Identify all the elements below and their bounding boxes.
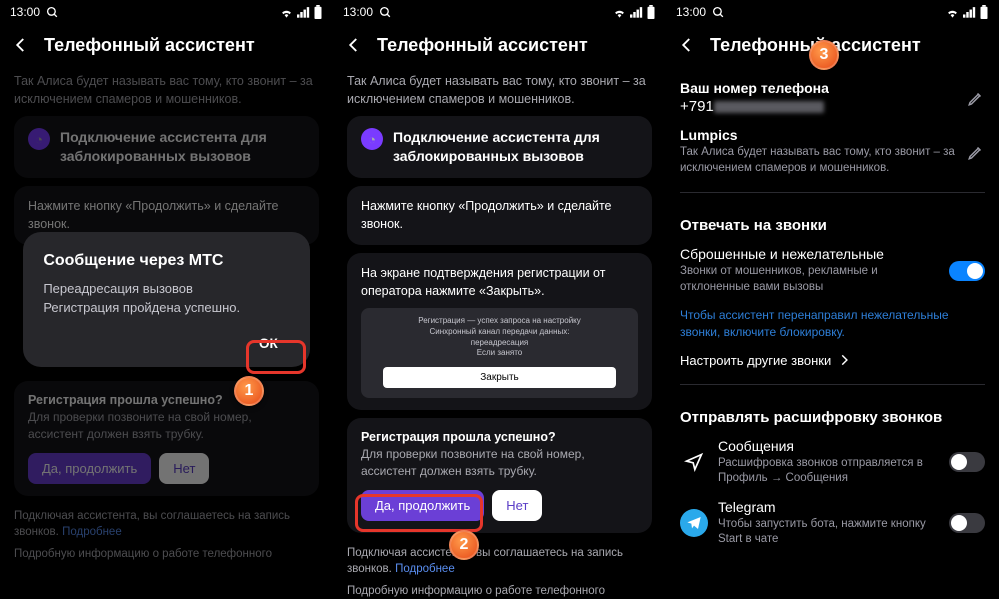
intro-text: Так Алиса будет называть вас тому, кто з… (347, 72, 652, 108)
dialog-body: Переадресация вызовов Регистрация пройде… (43, 280, 289, 318)
status-time: 13:00 (676, 5, 706, 19)
wifi-icon (945, 6, 960, 18)
signal-icon (963, 6, 976, 18)
dialog-title: Сообщение через МТС (43, 252, 289, 270)
telegram-toggle[interactable] (949, 513, 985, 533)
status-bar: 13:00 (0, 0, 333, 24)
content-1: Так Алиса будет называть вас тому, кто з… (0, 66, 333, 599)
mts-dialog: Сообщение через МТС Переадресация вызово… (23, 232, 309, 367)
dropped-toggle[interactable] (949, 261, 985, 281)
setup-heading: ◔ Подключение ассистента для заблокирова… (14, 116, 319, 178)
status-time: 13:00 (343, 5, 373, 19)
more-link[interactable]: Подробнее (395, 563, 455, 575)
blurred-number (714, 101, 824, 113)
block-link[interactable]: Чтобы ассистент перенаправил нежелательн… (680, 307, 985, 341)
back-icon[interactable] (345, 36, 363, 54)
edit-icon[interactable] (967, 143, 985, 161)
reg-block: Регистрация прошла успешно? Для проверки… (14, 381, 319, 496)
step2-card: На экране подтверждения регистрации от о… (347, 253, 652, 410)
marker-1: 1 (234, 376, 264, 406)
battery-icon (979, 5, 989, 19)
wifi-icon (279, 6, 294, 18)
messages-row[interactable]: Сообщения Расшифровка звонков отправляет… (680, 438, 985, 487)
signal-icon (630, 6, 643, 18)
telegram-row[interactable]: Telegram Чтобы запустить бота, нажмите к… (680, 499, 985, 548)
name-row[interactable]: Lumpics Так Алиса будет называть вас том… (680, 127, 985, 176)
marker-3: 3 (809, 40, 839, 70)
mini-phone: Регистрация — успех запроса на настройку… (361, 308, 638, 398)
content-2: Так Алиса будет называть вас тому, кто з… (333, 66, 666, 599)
title-bar: Телефонный ассистент (333, 24, 666, 66)
no-button[interactable]: Нет (492, 490, 542, 521)
continue-button[interactable]: Да, продолжить (361, 490, 484, 521)
dialog-ok-button[interactable]: ОК (247, 332, 290, 355)
messages-toggle[interactable] (949, 452, 985, 472)
phone-row[interactable]: Ваш номер телефона +791 (680, 80, 985, 115)
phone-panel-1: 13:00 Телефонный ассистент Так Алиса буд… (0, 0, 333, 599)
chevron-right-icon (837, 353, 851, 367)
phone-panel-3: 13:00 Телефонный ассистент Ваш номер тел… (666, 0, 999, 599)
agree-text: Подключая ассистента, вы соглашаетесь на… (14, 508, 319, 540)
search-icon (712, 6, 725, 19)
signal-icon (297, 6, 310, 18)
no-button[interactable]: Нет (159, 453, 209, 484)
battery-icon (313, 5, 323, 19)
status-time: 13:00 (10, 5, 40, 19)
status-bar: 13:00 (333, 0, 666, 24)
continue-button[interactable]: Да, продолжить (28, 453, 151, 484)
back-icon[interactable] (678, 36, 696, 54)
agree-text: Подключая ассистента, вы соглашаетесь на… (347, 545, 652, 577)
mini-close-button: Закрыть (383, 367, 616, 388)
title-bar: Телефонный ассистент (0, 24, 333, 66)
more-link[interactable]: Подробнее (62, 526, 122, 538)
search-icon (46, 6, 59, 19)
content-3: Ваш номер телефона +791 Lumpics Так Алис… (666, 66, 999, 599)
phone-panel-2: 13:00 Телефонный ассистент Так Алиса буд… (333, 0, 666, 599)
answer-title: Отвечать на звонки (680, 217, 985, 234)
telegram-icon (680, 509, 708, 537)
other-calls-row[interactable]: Настроить другие звонки (680, 353, 985, 368)
edit-icon[interactable] (967, 89, 985, 107)
paper-plane-icon (680, 448, 708, 476)
alisa-icon: ◔ (28, 128, 50, 150)
setup-heading: ◔ Подключение ассистента для заблокирова… (347, 116, 652, 178)
marker-2: 2 (449, 530, 479, 560)
setup-heading-text: Подключение ассистента для заблокированн… (393, 128, 638, 166)
battery-icon (646, 5, 656, 19)
dropped-row[interactable]: Сброшенные и нежелательные Звонки от мош… (680, 246, 985, 295)
send-title: Отправлять расшифровку звонков (680, 409, 985, 426)
search-icon (379, 6, 392, 19)
setup-heading-text: Подключение ассистента для заблокированн… (60, 128, 305, 166)
page-title: Телефонный ассистент (377, 35, 588, 56)
reg-block: Регистрация прошла успешно? Для проверки… (347, 418, 652, 533)
step1-card: Нажмите кнопку «Продолжить» и сделайте з… (347, 186, 652, 245)
status-bar: 13:00 (666, 0, 999, 24)
page-title: Телефонный ассистент (44, 35, 255, 56)
alisa-icon: ◔ (361, 128, 383, 150)
wifi-icon (612, 6, 627, 18)
intro-text: Так Алиса будет называть вас тому, кто з… (14, 72, 319, 108)
back-icon[interactable] (12, 36, 30, 54)
